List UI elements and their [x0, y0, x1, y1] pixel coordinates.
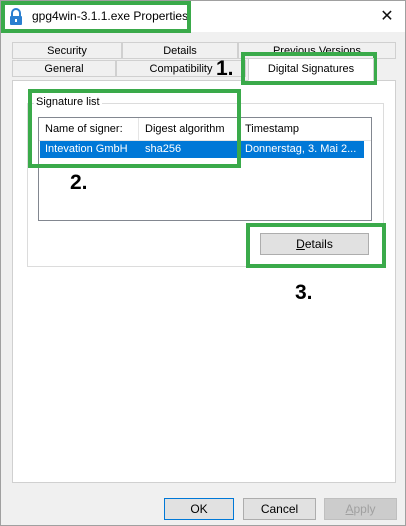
annotation-label-2: 2.: [70, 171, 88, 194]
annotation-label-3: 3.: [295, 281, 313, 304]
apply-mnemonic: A: [345, 502, 354, 516]
window-title: gpg4win-3.1.1.exe Properties: [32, 9, 189, 23]
details-mnemonic: D: [296, 237, 305, 251]
title-bar: gpg4win-3.1.1.exe Properties ✕: [1, 1, 405, 32]
close-button[interactable]: ✕: [375, 5, 399, 27]
table-row[interactable]: Intevation GmbH sha256 Donnerstag, 3. Ma…: [40, 141, 364, 158]
ok-button[interactable]: OK: [164, 498, 234, 520]
signature-list-label: Signature list: [34, 96, 102, 108]
properties-window: gpg4win-3.1.1.exe Properties ✕ Security …: [0, 0, 406, 526]
column-timestamp[interactable]: Timestamp: [239, 118, 371, 140]
tab-digital-signatures[interactable]: Digital Signatures: [248, 58, 374, 81]
cell-digest: sha256: [145, 143, 182, 155]
details-button[interactable]: Details: [260, 233, 369, 255]
apply-label: pply: [353, 502, 376, 516]
tab-general[interactable]: General: [12, 60, 116, 77]
tab-security[interactable]: Security: [12, 42, 122, 59]
cell-signer: Intevation GmbH: [45, 143, 128, 155]
apply-button[interactable]: Apply: [324, 498, 397, 520]
annotation-label-1: 1.: [216, 57, 234, 80]
cell-timestamp: Donnerstag, 3. Mai 2...: [245, 143, 357, 155]
tab-previous-versions[interactable]: Previous Versions: [238, 42, 396, 59]
lock-icon: [9, 8, 23, 26]
listview-header: Name of signer: Digest algorithm Timesta…: [39, 118, 371, 141]
details-label: etails: [304, 237, 333, 251]
column-digest-algorithm[interactable]: Digest algorithm: [139, 118, 239, 140]
cancel-button[interactable]: Cancel: [243, 498, 316, 520]
signature-listview[interactable]: Name of signer: Digest algorithm Timesta…: [38, 117, 372, 221]
column-name-of-signer[interactable]: Name of signer:: [39, 118, 139, 140]
